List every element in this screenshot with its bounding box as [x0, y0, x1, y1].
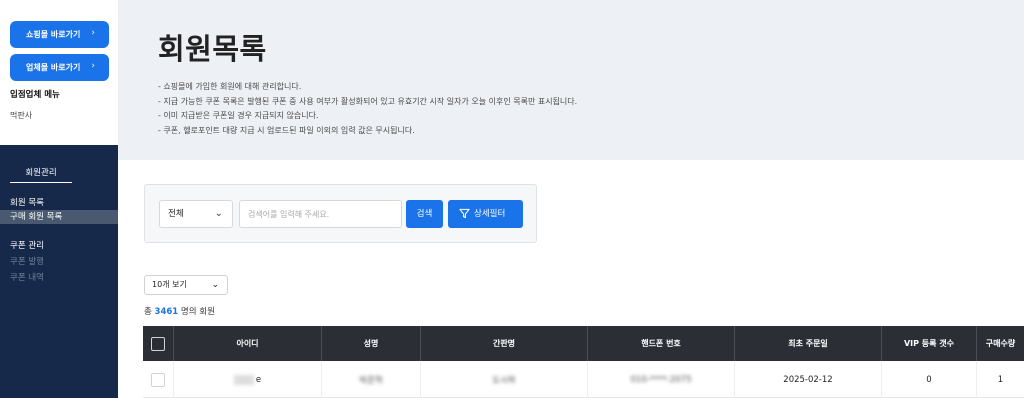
chevron-down-icon: ⌄ [211, 280, 219, 290]
column-header-id[interactable]: 아이디 [174, 326, 322, 361]
page-header: 회원목록 - 쇼핑몰에 가입한 회원에 대해 관리합니다. - 지급 가능한 쿠… [118, 0, 1024, 160]
sidebar-item-purchase-members[interactable]: 구매 회원 목록 [0, 210, 118, 224]
shop-link-label: 쇼핑몰 바로가기 [26, 30, 81, 39]
search-category-value: 전체 [168, 209, 184, 219]
sidebar-item-coupon-issue[interactable]: 쿠폰 발행 [0, 255, 118, 269]
chevron-right-icon: › [91, 28, 95, 38]
sidebar-item-member-list[interactable]: 회원 목록 [0, 196, 118, 210]
vendor-link-button[interactable]: 업체몰 바로가기 › [10, 54, 109, 81]
chevron-down-icon: ⌄ [214, 208, 223, 219]
filter-icon [459, 208, 470, 219]
cell-vip-count: 0 [882, 361, 977, 398]
search-category-select[interactable]: 전체 ⌄ [159, 200, 233, 228]
cell-shop: 도시락 [421, 361, 588, 398]
cell-shop-text: 도시락 [492, 375, 516, 386]
search-button[interactable]: 검색 [406, 200, 443, 228]
sidebar-section-title: 회원관리 [10, 166, 72, 183]
cell-id-text: e [255, 374, 262, 385]
per-page-value: 10개 보기 [152, 280, 187, 289]
detail-filter-button[interactable]: 상세필터 [448, 200, 523, 228]
row-checkbox[interactable] [151, 372, 165, 387]
cell-first-order: 2025-02-12 [735, 361, 882, 398]
header-checkbox-cell [143, 326, 174, 361]
sidebar-top: 쇼핑몰 바로가기 › 업체몰 바로가기 › 입점업체 메뉴 먹판사 [0, 0, 118, 145]
description-line: - 지급 가능한 쿠폰 목록은 발행된 쿠폰 중 사용 여부가 활성화되어 있고… [158, 97, 578, 106]
count-suffix: 명의 회원 [180, 307, 215, 317]
cell-name: 박준혁 [322, 361, 421, 398]
sidebar: 쇼핑몰 바로가기 › 업체몰 바로가기 › 입점업체 메뉴 먹판사 회원관리 회… [0, 0, 118, 398]
redacted-block [233, 374, 254, 385]
column-header-name[interactable]: 성명 [322, 326, 421, 361]
detail-filter-label: 상세필터 [474, 209, 506, 219]
column-header-first-order[interactable]: 최초 주문일 [735, 326, 882, 361]
cell-id: e [174, 361, 322, 398]
sidebar-item-coupon-history[interactable]: 쿠폰 내역 [0, 271, 118, 285]
description-line: - 이미 지급받은 쿠폰일 경우 지급되지 않습니다. [158, 111, 319, 120]
vendor-menu-heading: 입점업체 메뉴 [10, 90, 60, 100]
row-checkbox-cell [143, 361, 174, 398]
column-header-shop[interactable]: 간판명 [421, 326, 588, 361]
table-row[interactable]: e 박준혁 도시락 010-****-2075 2025-02-12 0 1 [143, 361, 1024, 398]
member-count: 총 3461 명의 회원 [144, 305, 215, 317]
count-value: 3461 [154, 307, 179, 317]
shop-link-button[interactable]: 쇼핑몰 바로가기 › [10, 21, 109, 48]
count-prefix: 총 [144, 307, 152, 317]
search-input[interactable] [239, 200, 402, 228]
vendor-link-label: 업체몰 바로가기 [26, 63, 81, 72]
page-title: 회원목록 [158, 32, 267, 66]
column-header-purchase-qty[interactable]: 구매수량 [977, 326, 1024, 361]
cell-name-text: 박준혁 [359, 375, 383, 386]
per-page-select[interactable]: 10개 보기 ⌄ [144, 275, 228, 295]
table-header: 아이디 성명 간판명 핸드폰 번호 최초 주문일 VIP 등록 갯수 구매수량 [143, 326, 1024, 361]
description-line: - 쇼핑몰에 가입한 회원에 대해 관리합니다. [158, 82, 302, 91]
select-all-checkbox[interactable] [151, 336, 165, 351]
description-line: - 쿠폰, 헬로포인트 대량 지급 시 업로드된 파일 이외의 입력 값은 무시… [158, 126, 415, 135]
chevron-right-icon: › [91, 61, 95, 71]
cell-phone: 010-****-2075 [588, 361, 735, 398]
sidebar-item-coupon-management[interactable]: 쿠폰 관리 [0, 239, 118, 253]
cell-phone-text: 010-****-2075 [630, 374, 692, 385]
search-panel: 전체 ⌄ 검색 상세필터 [144, 184, 537, 243]
vendor-name[interactable]: 먹판사 [10, 110, 32, 121]
cell-purchase-qty: 1 [997, 374, 1004, 385]
column-header-phone[interactable]: 핸드폰 번호 [588, 326, 735, 361]
column-header-vip-count[interactable]: VIP 등록 갯수 [882, 326, 977, 361]
